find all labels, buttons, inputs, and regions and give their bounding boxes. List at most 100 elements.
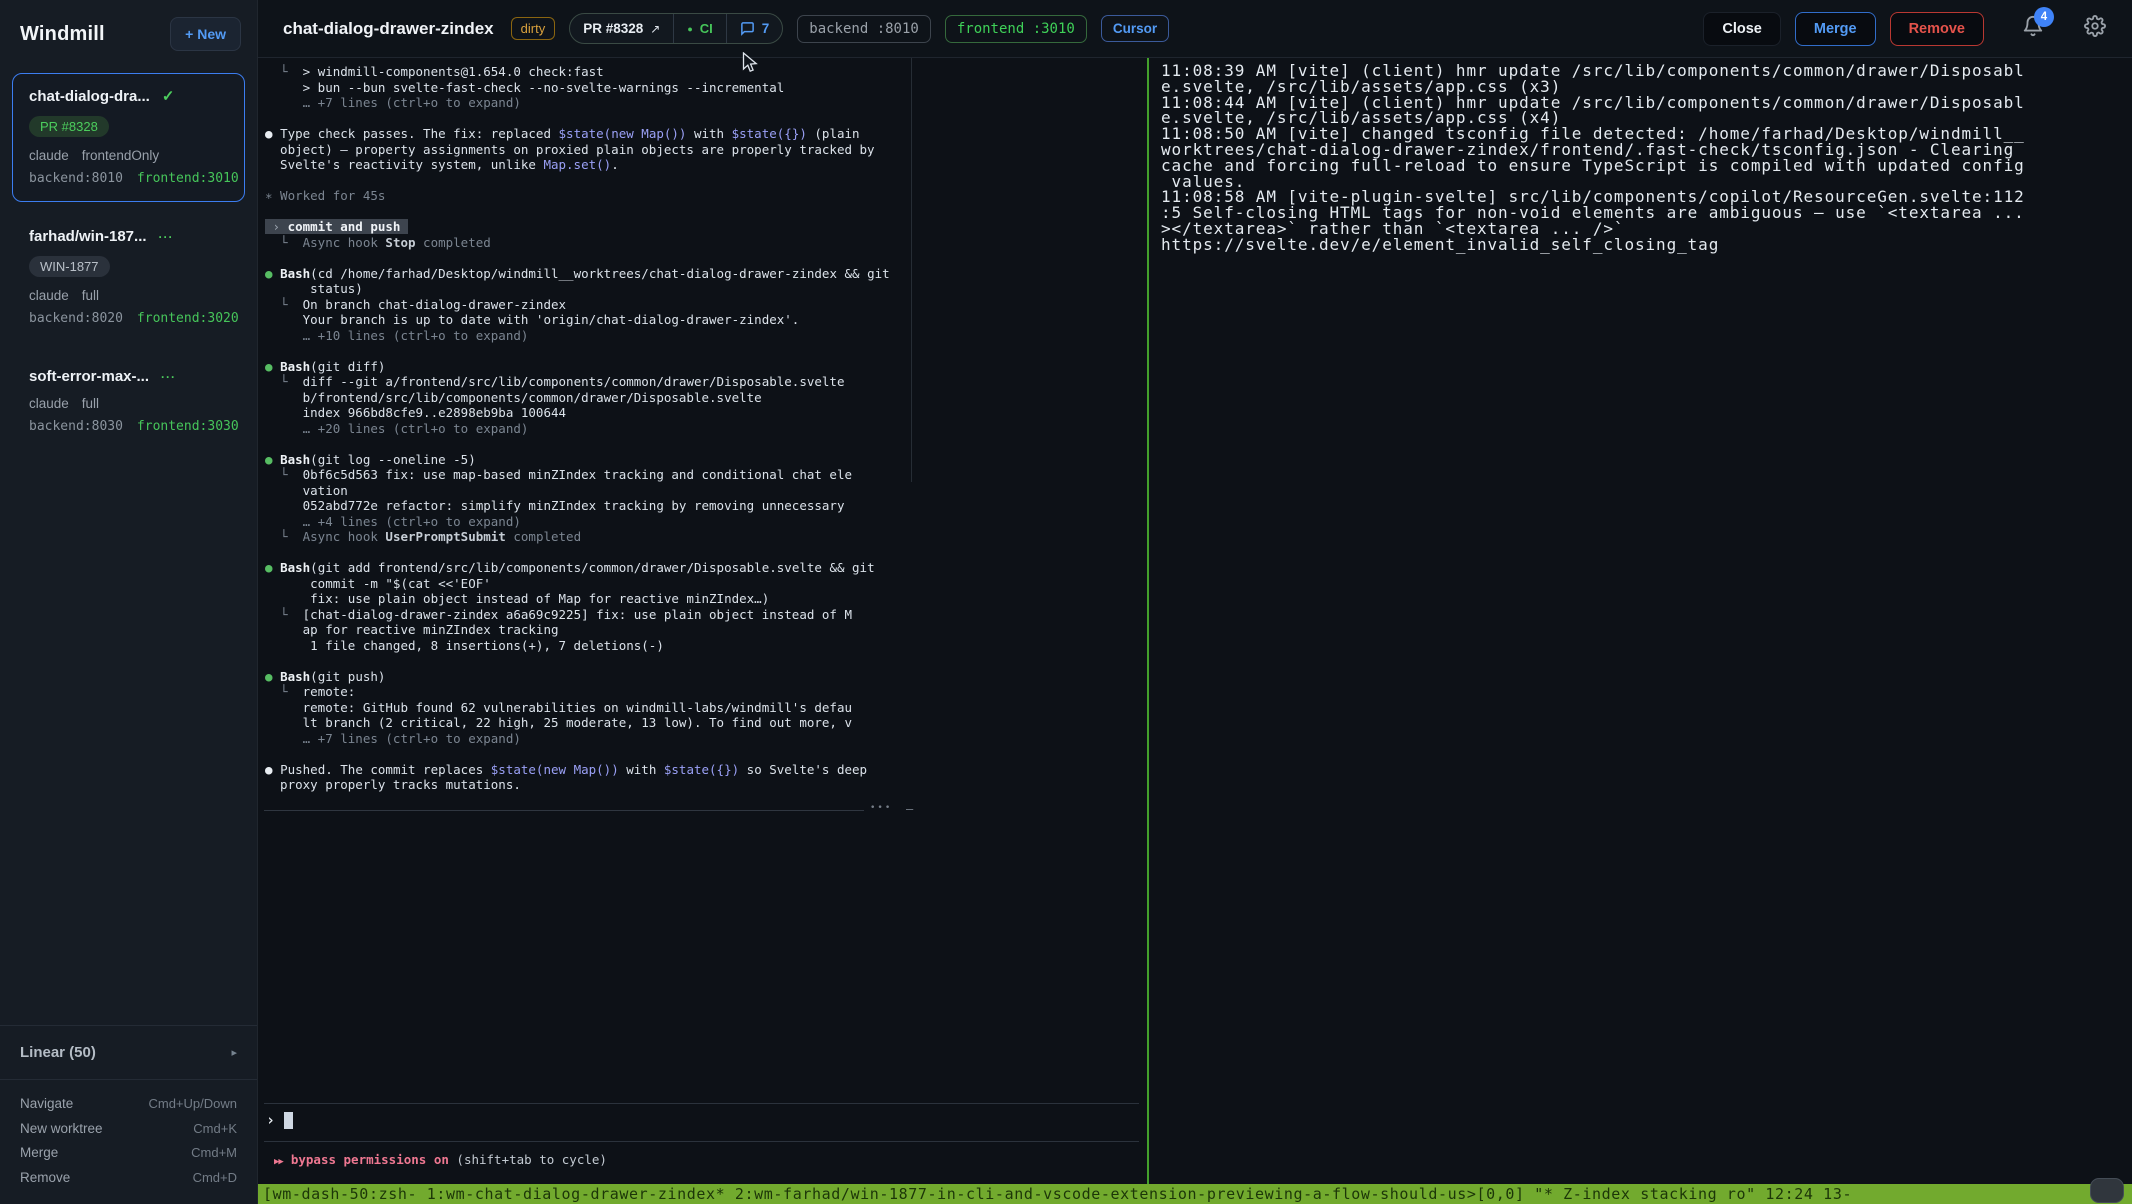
worktree-backend-port: backend:8020 (29, 311, 123, 326)
ci-status-dot-icon: ● (687, 24, 692, 34)
text-cursor (284, 1112, 293, 1129)
worktree-frontend-port: frontend:3010 (137, 171, 239, 186)
shortcut-row[interactable]: Remove Cmd+D (20, 1166, 237, 1191)
terminal-line (265, 436, 890, 452)
terminal-line: … +4 lines (ctrl+o to expand) (265, 514, 890, 530)
ci-label: CI (700, 21, 713, 36)
worktree-frontend-port: frontend:3030 (137, 419, 239, 434)
terminal-line (265, 545, 890, 561)
terminal-line: └ diff --git a/frontend/src/lib/componen… (265, 374, 890, 390)
terminal-line (265, 343, 890, 359)
terminal-line: └ [chat-dialog-drawer-zindex a6a69c9225]… (265, 607, 890, 623)
worktree-title-row: chat-dialog-dra...✓ (29, 87, 230, 105)
terminal-line: … +20 lines (ctrl+o to expand) (265, 421, 890, 437)
cursor-editor-badge[interactable]: Cursor (1101, 15, 1169, 42)
worktree-menu-icon[interactable]: ··· (159, 230, 174, 244)
terminal-line: › commit and push (265, 219, 890, 235)
sidebar: Windmill + New chat-dialog-dra...✓PR #83… (0, 0, 258, 1204)
terminal-prompt[interactable]: › (266, 1111, 293, 1129)
notifications-button[interactable]: 4 (2022, 15, 2044, 42)
terminal-line: └ Async hook UserPromptSubmit completed (265, 529, 890, 545)
terminal-line: ● Bash(git add frontend/src/lib/componen… (265, 560, 890, 576)
terminal-line: … +7 lines (ctrl+o to expand) (265, 731, 890, 747)
terminal-line: ap for reactive minZIndex tracking (265, 622, 890, 638)
worktree-meta: claudefull (29, 288, 230, 303)
divider-drag-handle-icon[interactable]: ••• (870, 803, 892, 813)
terminal-line: Your branch is up to date with 'origin/c… (265, 312, 890, 328)
linear-section-toggle[interactable]: Linear (50) ▸ (0, 1025, 257, 1079)
dirty-badge: dirty (511, 17, 556, 40)
pr-number-label: PR #8328 (583, 21, 643, 36)
terminal-line: ● Type check passes. The fix: replaced $… (265, 126, 890, 142)
shortcut-action: Navigate (20, 1092, 73, 1117)
terminal-line: ● Bash(git log --oneline -5) (265, 452, 890, 468)
pr-link[interactable]: PR #8328 ↗ (570, 14, 673, 43)
status-bar-widget-button[interactable] (2090, 1178, 2124, 1203)
terminal-line: fix: use plain object instead of Map for… (265, 591, 890, 607)
merge-button[interactable]: Merge (1795, 12, 1876, 46)
terminal-line: proxy properly tracks mutations. (265, 777, 890, 793)
vite-log-output: 11:08:39 AM [vite] (client) hmr update /… (1161, 63, 2025, 253)
terminal-line: 1 file changed, 8 insertions(+), 7 delet… (265, 638, 890, 654)
claude-terminal-pane[interactable]: └ > windmill-components@1.654.0 check:fa… (258, 58, 1147, 1184)
worktree-meta: claude frontendOnly (29, 148, 230, 163)
terminal-line: ● Bash(cd /home/farhad/Desktop/windmill_… (265, 266, 890, 282)
terminal-scrollbar[interactable] (911, 58, 912, 482)
settings-button[interactable] (2084, 15, 2106, 42)
worktree-card[interactable]: chat-dialog-dra...✓PR #8328claudefronten… (12, 73, 245, 202)
terminal-line: index 966bd8cfe9..e2898eb9ba 100644 (265, 405, 890, 421)
terminal-line (265, 111, 890, 127)
vite-log-pane[interactable]: 11:08:39 AM [vite] (client) hmr update /… (1149, 58, 2132, 1184)
shortcut-keys: Cmd+K (193, 1117, 237, 1142)
shortcut-row[interactable]: MergeCmd+M (20, 1141, 237, 1166)
worktree-card[interactable]: farhad/win-187...···WIN-1877claudefullba… (12, 214, 245, 342)
terminal-divider-line (264, 810, 864, 811)
frontend-port-badge[interactable]: frontend :3010 (945, 15, 1087, 43)
worktree-mode: full (82, 396, 99, 411)
worktree-frontend-port: frontend:3020 (137, 311, 239, 326)
input-box-top-border (264, 1103, 1139, 1104)
page-title: chat-dialog-drawer-zindex (283, 19, 494, 39)
terminal-line: … +7 lines (ctrl+o to expand) (265, 95, 890, 111)
bypass-permissions-row: ▶▶bypass permissions on (shift+tab to cy… (274, 1152, 607, 1167)
terminal-line (265, 653, 890, 669)
terminal-line: lt branch (2 critical, 22 high, 25 moder… (265, 715, 890, 731)
ci-status[interactable]: ● CI (673, 14, 725, 43)
tmux-status-bar: [wm-dash-50:zsh- 1:wm-chat-dialog-drawer… (258, 1184, 2132, 1204)
shortcut-list: NavigateCmd+Up/DownNew worktreeCmd+KMerg… (0, 1079, 257, 1204)
comment-icon (740, 21, 755, 36)
worktree-menu-icon[interactable]: ··· (161, 370, 176, 384)
notification-count-badge: 4 (2034, 7, 2054, 27)
shortcut-keys: Cmd+M (191, 1141, 237, 1166)
bypass-hint: (shift+tab to cycle) (456, 1152, 607, 1167)
new-worktree-button[interactable]: + New (170, 17, 241, 51)
worktree-card[interactable]: soft-error-max-...···claudefullbackend:8… (12, 354, 245, 450)
worktree-ports: backend:8020frontend:3020 (29, 311, 230, 326)
terminal-line: ● Bash(git push) (265, 669, 890, 685)
terminal-line: b/frontend/src/lib/components/common/dra… (265, 390, 890, 406)
backend-port-badge[interactable]: backend :8010 (797, 15, 931, 43)
worktree-list: chat-dialog-dra...✓PR #8328claudefronten… (0, 65, 257, 450)
sidebar-header: Windmill + New (0, 0, 257, 65)
worktree-agent: claude (29, 148, 69, 163)
log-line: cache and forcing full-reload to ensure … (1161, 158, 2025, 174)
shortcut-action: Remove (20, 1166, 70, 1191)
prompt-char: › (266, 1111, 275, 1129)
shortcut-keys: Cmd+D (193, 1166, 237, 1191)
divider-dash-icon: – (906, 802, 913, 816)
check-icon: ✓ (162, 87, 175, 105)
log-line: https://svelte.dev/e/element_invalid_sel… (1161, 237, 2025, 253)
close-button[interactable]: Close (1703, 12, 1781, 46)
terminal-line: └ On branch chat-dialog-drawer-zindex (265, 297, 890, 313)
shortcut-row[interactable]: New worktreeCmd+K (20, 1117, 237, 1142)
pr-comments[interactable]: 7 (726, 14, 783, 43)
app-title: Windmill (20, 23, 105, 46)
worktree-mode: frontendOnly (82, 148, 159, 163)
remove-button[interactable]: Remove (1890, 12, 1984, 46)
worktree-backend-port: backend:8010 (29, 171, 123, 186)
terminal-line: remote: GitHub found 62 vulnerabilities … (265, 700, 890, 716)
worktree-ports: backend:8010frontend:3010 (29, 171, 230, 186)
chevron-right-icon: ▸ (231, 1046, 237, 1059)
shortcut-row[interactable]: NavigateCmd+Up/Down (20, 1092, 237, 1117)
linear-label: Linear (50) (20, 1044, 96, 1061)
